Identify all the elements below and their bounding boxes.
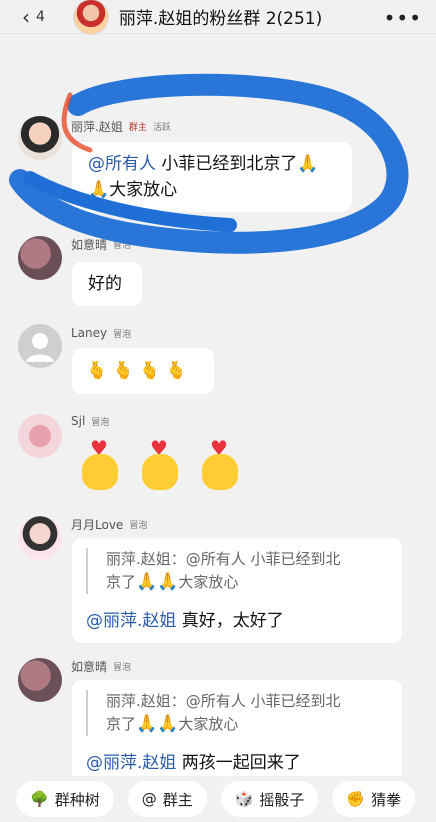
reply-text: @丽萍.赵姐 真好，太好了 [86, 611, 284, 631]
reply-mention[interactable]: @丽萍.赵姐 [86, 753, 176, 773]
avatar[interactable] [18, 414, 62, 458]
page-title: 丽萍.赵姐的粉丝群 2(251) [118, 9, 323, 29]
message-item: Laney 冒泡 🫰 🫰 🫰 🫰 [0, 322, 436, 402]
finger-heart-emoji-icon: 🫰 [165, 361, 187, 381]
group-avatar[interactable] [72, 0, 109, 35]
pray-emoji-icon: 🙏 [136, 572, 158, 592]
finger-heart-sticker-icon: ♥ [80, 436, 122, 492]
quoted-message[interactable]: 丽萍.赵姐：@所有人 小菲已经到北 京了🙏🙏大家放心 [86, 548, 390, 594]
avatar[interactable] [18, 516, 62, 560]
default-user-icon [26, 333, 54, 362]
message-item: 丽萍.赵姐 群主 活跃 @所有人 小菲已经到北京了🙏 🙏大家放心 [0, 112, 436, 212]
message-text: 小菲已经到北京了 [156, 154, 298, 174]
message-item: 如意晴 冒泡 丽萍.赵姐：@所有人 小菲已经到北 京了🙏🙏大家放心 @丽萍.赵姐… [0, 656, 436, 785]
sender-name: Laney [71, 326, 108, 340]
avatar[interactable] [18, 324, 62, 368]
pray-emoji-icon: 🙏 [88, 180, 110, 200]
message-text: 好的 [88, 274, 122, 294]
sender-meta: Laney 冒泡 [71, 326, 131, 340]
activity-badge: 冒泡 [91, 417, 110, 428]
tree-icon: 🌳 [30, 790, 49, 808]
activity-badge: 冒泡 [129, 521, 148, 531]
sender-name: 月月Love [71, 518, 124, 532]
chat-header: ‹ 4 丽萍.赵姐的粉丝群 2(251) ••• [0, 0, 436, 35]
pray-emoji-icon: 🙏 [157, 572, 179, 592]
sender-meta: 如意晴 冒泡 [71, 236, 131, 253]
mention-owner-button[interactable]: @ 群主 [127, 781, 207, 817]
finger-heart-emoji-icon: 🫰 [86, 361, 108, 381]
finger-heart-emoji-icon: 🫰 [139, 361, 161, 381]
at-icon: @ [141, 790, 157, 808]
finger-heart-sticker-icon: ♥ [200, 436, 242, 492]
message-bubble[interactable]: 好的 [72, 262, 142, 306]
reply-bubble[interactable]: 丽萍.赵姐：@所有人 小菲已经到北 京了🙏🙏大家放心 @丽萍.赵姐 两孩一起回来… [72, 680, 402, 785]
rock-paper-scissors-button[interactable]: ✊ 猜拳 [332, 781, 416, 817]
sender-name: 丽萍.赵姐 [71, 120, 123, 134]
message-bubble[interactable]: 🫰 🫰 🫰 🫰 [72, 348, 214, 394]
owner-badge: 群主 [128, 123, 147, 133]
back-button[interactable]: ‹ 4 [22, 7, 45, 27]
more-options-button[interactable]: ••• [384, 6, 422, 30]
activity-badge: 冒泡 [113, 663, 132, 673]
sender-meta: 丽萍.赵姐 群主 活跃 [71, 118, 171, 135]
reply-mention[interactable]: @丽萍.赵姐 [86, 611, 176, 631]
sender-meta: Sjl 冒泡 [71, 414, 109, 428]
sender-name: 如意晴 [71, 660, 108, 674]
chevron-left-icon: ‹ [22, 4, 30, 29]
message-item: Sjl 冒泡 ♥ ♥ ♥ [0, 412, 436, 502]
dice-icon: 🎲 [234, 790, 254, 808]
quoted-message[interactable]: 丽萍.赵姐：@所有人 小菲已经到北 京了🙏🙏大家放心 [86, 690, 390, 736]
group-tree-button[interactable]: 🌳 群种树 [16, 781, 114, 817]
mention-all[interactable]: @所有人 [88, 154, 156, 174]
pray-emoji-icon: 🙏 [157, 714, 179, 734]
avatar[interactable] [18, 236, 62, 280]
roll-dice-button[interactable]: 🎲 摇骰子 [220, 781, 319, 817]
fist-icon: ✊ [346, 790, 366, 808]
message-bubble[interactable]: @所有人 小菲已经到北京了🙏 🙏大家放心 [72, 142, 352, 212]
sender-name: 如意晴 [71, 238, 108, 252]
sender-meta: 如意晴 冒泡 [71, 658, 131, 675]
sender-meta: 月月Love 冒泡 [71, 516, 147, 533]
finger-heart-sticker-icon: ♥ [140, 436, 182, 492]
avatar[interactable] [18, 116, 62, 160]
message-item: 如意晴 冒泡 好的 [0, 236, 436, 316]
activity-badge: 活跃 [152, 123, 171, 133]
reply-text: @丽萍.赵姐 两孩一起回来了 [86, 753, 301, 773]
pray-emoji-icon: 🙏 [136, 714, 158, 734]
sender-name: Sjl [71, 414, 86, 428]
unread-count: 4 [36, 8, 45, 25]
reply-bubble[interactable]: 丽萍.赵姐：@所有人 小菲已经到北 京了🙏🙏大家放心 @丽萍.赵姐 真好，太好了 [72, 538, 402, 643]
quick-actions-bar: 🌳 群种树 @ 群主 🎲 摇骰子 ✊ 猜拳 [0, 776, 436, 822]
pray-emoji-icon: 🙏 [297, 154, 319, 174]
message-item: 月月Love 冒泡 丽萍.赵姐：@所有人 小菲已经到北 京了🙏🙏大家放心 @丽萍… [0, 514, 436, 644]
sticker-group[interactable]: ♥ ♥ ♥ [80, 436, 242, 492]
avatar[interactable] [18, 658, 62, 702]
message-text-2: 大家放心 [109, 180, 178, 200]
finger-heart-emoji-icon: 🫰 [112, 361, 134, 381]
activity-badge: 冒泡 [113, 329, 132, 340]
activity-badge: 冒泡 [113, 241, 132, 251]
